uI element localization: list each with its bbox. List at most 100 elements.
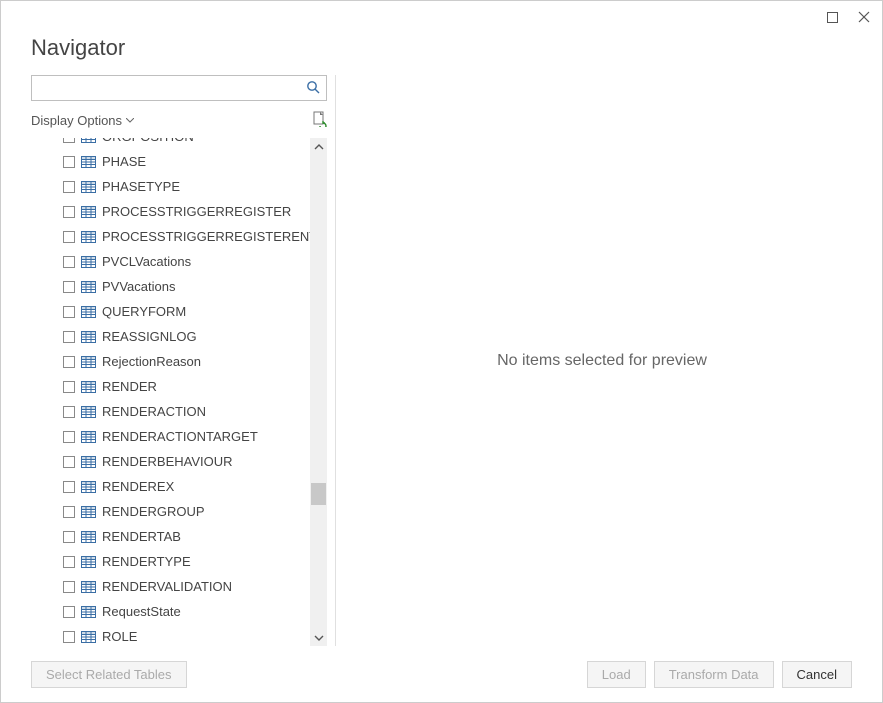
tree-item-label: PHASETYPE: [102, 179, 180, 194]
scroll-thumb[interactable]: [311, 483, 326, 505]
preview-empty-text: No items selected for preview: [497, 352, 707, 370]
tree-item-label: RequestState: [102, 604, 181, 619]
table-tree[interactable]: ORGPOSITION PHASE PHASETYPE PROCESSTRIGGERR…: [31, 138, 310, 646]
table-icon: [81, 581, 96, 593]
tree-item[interactable]: RejectionReason: [31, 349, 310, 374]
chevron-down-icon: [126, 118, 134, 124]
page-title: Navigator: [31, 35, 852, 61]
tree-item-label: REASSIGNLOG: [102, 329, 197, 344]
table-icon: [81, 506, 96, 518]
table-icon: [81, 481, 96, 493]
scroll-up-button[interactable]: [310, 138, 327, 155]
maximize-icon: [827, 12, 838, 23]
search-box[interactable]: [31, 75, 327, 101]
checkbox[interactable]: [63, 156, 75, 168]
checkbox[interactable]: [63, 356, 75, 368]
tree-item-label: RENDERVALIDATION: [102, 579, 232, 594]
tree-item[interactable]: PHASE: [31, 149, 310, 174]
checkbox[interactable]: [63, 556, 75, 568]
tree-item[interactable]: ROLE: [31, 624, 310, 646]
table-icon: [81, 181, 96, 193]
tree-item[interactable]: RENDERGROUP: [31, 499, 310, 524]
tree-item-label: RENDERGROUP: [102, 504, 205, 519]
preview-pane: No items selected for preview: [336, 75, 852, 646]
table-icon: [81, 138, 96, 143]
tree-item[interactable]: RENDEREX: [31, 474, 310, 499]
tree-item-label: QUERYFORM: [102, 304, 186, 319]
tree-item[interactable]: REASSIGNLOG: [31, 324, 310, 349]
header: Navigator: [1, 33, 882, 75]
tree-item[interactable]: PROCESSTRIGGERREGISTERENT: [31, 224, 310, 249]
checkbox[interactable]: [63, 381, 75, 393]
tree-item-label: RENDERACTION: [102, 404, 206, 419]
chevron-down-icon: [314, 634, 324, 642]
tree-item[interactable]: RENDERBEHAVIOUR: [31, 449, 310, 474]
refresh-button[interactable]: [311, 111, 327, 130]
tree-item-label: PVVacations: [102, 279, 175, 294]
checkbox[interactable]: [63, 531, 75, 543]
table-icon: [81, 331, 96, 343]
titlebar: [1, 1, 882, 33]
close-button[interactable]: [854, 7, 874, 27]
scroll-down-button[interactable]: [310, 629, 327, 646]
checkbox[interactable]: [63, 406, 75, 418]
tree-item[interactable]: PVCLVacations: [31, 249, 310, 274]
table-icon: [81, 206, 96, 218]
close-icon: [858, 11, 870, 23]
table-icon: [81, 456, 96, 468]
display-options-label: Display Options: [31, 113, 122, 128]
maximize-button[interactable]: [822, 7, 842, 27]
tree-item[interactable]: PVVacations: [31, 274, 310, 299]
checkbox[interactable]: [63, 181, 75, 193]
table-icon: [81, 631, 96, 643]
tree-item-label: RENDERBEHAVIOUR: [102, 454, 233, 469]
tree-item[interactable]: RENDERTYPE: [31, 549, 310, 574]
table-icon: [81, 306, 96, 318]
search-icon[interactable]: [306, 80, 320, 97]
footer: Select Related Tables Load Transform Dat…: [1, 646, 882, 702]
navigator-dialog: Navigator Display Options: [0, 0, 883, 703]
body: Display Options ORGPOSITION PHASE PHASETYP…: [1, 75, 882, 646]
select-related-tables-button[interactable]: Select Related Tables: [31, 661, 187, 688]
checkbox[interactable]: [63, 206, 75, 218]
checkbox[interactable]: [63, 231, 75, 243]
tree-item-label: PROCESSTRIGGERREGISTER: [102, 204, 291, 219]
tree-item-label: RENDERACTIONTARGET: [102, 429, 258, 444]
checkbox[interactable]: [63, 631, 75, 643]
tree-item[interactable]: QUERYFORM: [31, 299, 310, 324]
tree-item-label: PHASE: [102, 154, 146, 169]
tree-item[interactable]: PHASETYPE: [31, 174, 310, 199]
tree-item[interactable]: RENDERVALIDATION: [31, 574, 310, 599]
transform-data-button[interactable]: Transform Data: [654, 661, 774, 688]
tree-item-label: PVCLVacations: [102, 254, 191, 269]
checkbox[interactable]: [63, 606, 75, 618]
scrollbar-vertical[interactable]: [310, 138, 327, 646]
checkbox[interactable]: [63, 331, 75, 343]
tree-item[interactable]: RENDERACTION: [31, 399, 310, 424]
tree-item[interactable]: RENDERACTIONTARGET: [31, 424, 310, 449]
load-button[interactable]: Load: [587, 661, 646, 688]
table-icon: [81, 606, 96, 618]
left-pane: Display Options ORGPOSITION PHASE PHASETYP…: [31, 75, 336, 646]
tree-item[interactable]: ORGPOSITION: [31, 138, 310, 149]
cancel-button[interactable]: Cancel: [782, 661, 852, 688]
tree-item[interactable]: RENDERTAB: [31, 524, 310, 549]
checkbox[interactable]: [63, 481, 75, 493]
tree-item[interactable]: RENDER: [31, 374, 310, 399]
checkbox[interactable]: [63, 138, 75, 143]
tree-item-label: PROCESSTRIGGERREGISTERENT: [102, 229, 310, 244]
tree-item[interactable]: PROCESSTRIGGERREGISTER: [31, 199, 310, 224]
tree-item-label: ROLE: [102, 629, 137, 644]
checkbox[interactable]: [63, 281, 75, 293]
tree-item-label: RENDERTYPE: [102, 554, 191, 569]
checkbox[interactable]: [63, 581, 75, 593]
checkbox[interactable]: [63, 256, 75, 268]
checkbox[interactable]: [63, 431, 75, 443]
checkbox[interactable]: [63, 506, 75, 518]
options-row: Display Options: [31, 111, 327, 134]
display-options-dropdown[interactable]: Display Options: [31, 113, 134, 128]
checkbox[interactable]: [63, 456, 75, 468]
search-input[interactable]: [38, 81, 306, 96]
checkbox[interactable]: [63, 306, 75, 318]
tree-item[interactable]: RequestState: [31, 599, 310, 624]
